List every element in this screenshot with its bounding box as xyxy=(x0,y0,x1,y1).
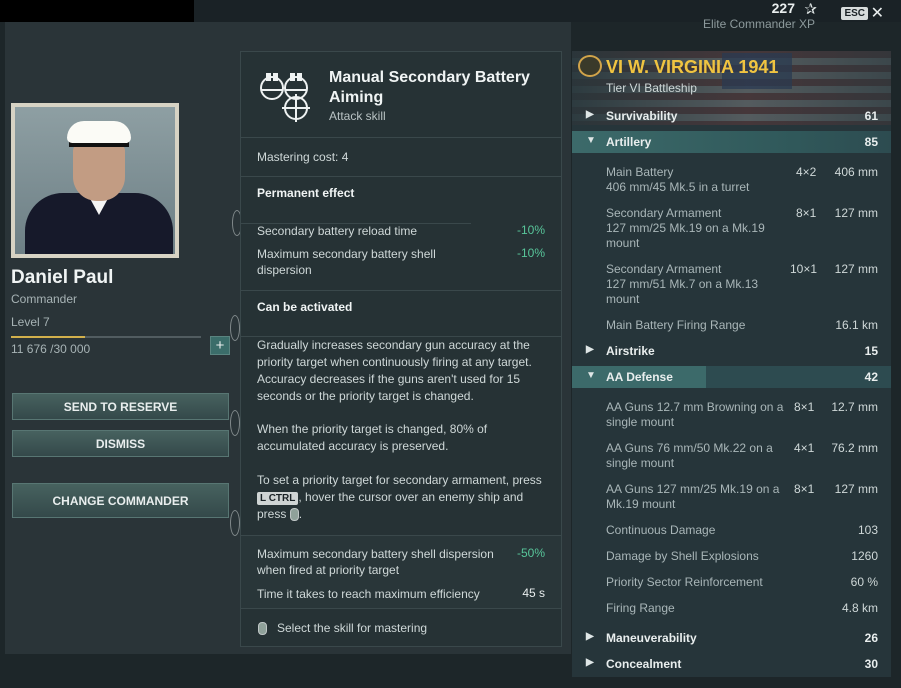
skill-tooltip: Manual Secondary Battery Aiming Attack s… xyxy=(240,51,562,647)
aa-extra-value: 1260 xyxy=(851,549,878,563)
skill-tree-node-icon xyxy=(230,410,240,436)
skill-tree-node-icon xyxy=(230,510,240,536)
skill-tooltip-header: Manual Secondary Battery Aiming Attack s… xyxy=(241,52,561,138)
aa-stat-value: 76.2 mm xyxy=(831,441,878,455)
permanent-effect-header: Permanent effect xyxy=(241,176,561,216)
can-be-activated-header: Can be activated xyxy=(241,290,561,330)
send-to-reserve-button[interactable]: SEND TO RESERVE xyxy=(12,393,229,420)
aa-extra-name: Continuous Damage xyxy=(606,523,716,537)
activated-stat-value: -50% xyxy=(516,546,545,560)
aa-stat-value: 127 mm xyxy=(834,482,878,496)
close-icon[interactable]: ✕ xyxy=(871,3,884,23)
aa-extra-name: Priority Sector Reinforcement xyxy=(606,575,763,589)
aa-stat-name: AA Guns 12.7 mm Browning on a single mou… xyxy=(606,400,784,429)
commander-portrait xyxy=(11,103,179,258)
skill-description-priority: When the priority target is changed, 80%… xyxy=(257,422,488,453)
aa-extra-value: 4.8 km xyxy=(841,601,878,615)
ship-nation-badge-icon xyxy=(578,55,602,77)
ship-stats-panel: VI W. VIRGINIA 1941 Tier VI Battleship ▶… xyxy=(572,51,891,677)
permanent-stat-label: Secondary battery reload time xyxy=(257,224,418,238)
commander-xp-bar xyxy=(11,336,201,338)
secondary-battery-aiming-icon xyxy=(260,73,310,122)
ship-name: VI W. VIRGINIA 1941 xyxy=(606,57,779,77)
artillery-stat-name: Secondary Armament 127 mm/25 Mk.19 on a M… xyxy=(606,206,765,250)
chevron-down-icon: ▼ xyxy=(586,135,596,146)
category-survivability[interactable]: ▶ Survivability 61 xyxy=(572,105,891,127)
chevron-right-icon: ▶ xyxy=(586,657,594,668)
aa-stat-name: AA Guns 127 mm/25 Mk.19 on a Mk.19 mount xyxy=(606,482,780,511)
category-concealment[interactable]: ▶ Concealment 30 xyxy=(572,653,891,675)
permanent-stat-label: Maximum secondary battery shell dispersi… xyxy=(257,247,436,277)
category-artillery[interactable]: ▼ Artillery 85 xyxy=(572,131,891,153)
skill-tooltip-footer: Select the skill for mastering xyxy=(241,608,561,648)
artillery-stat-count: 8×1 xyxy=(796,206,817,220)
elite-xp-value: 227 xyxy=(771,0,795,16)
commander-xp-progress: 11 676 /30 000 xyxy=(11,342,91,356)
select-skill-hint: Select the skill for mastering xyxy=(277,621,428,635)
aa-stat-name: AA Guns 76 mm/50 Mk.22 on a single mount xyxy=(606,441,773,470)
permanent-stat-value: -10% xyxy=(516,223,545,237)
chevron-down-icon: ▼ xyxy=(586,370,596,381)
skill-description-controls: To set a priority target for secondary a… xyxy=(257,473,542,522)
aa-extra-value: 103 xyxy=(857,523,878,537)
elite-xp-label: Elite Commander XP xyxy=(702,17,815,31)
dismiss-button[interactable]: DISMISS xyxy=(12,430,229,457)
aa-extra-name: Firing Range xyxy=(606,601,675,615)
skill-title: Manual Secondary Battery Aiming xyxy=(329,69,530,106)
aa-stat-count: 4×1 xyxy=(794,441,815,455)
aa-extra-value: 60 % xyxy=(850,575,878,589)
skill-subtitle: Attack skill xyxy=(329,109,386,123)
add-xp-button[interactable]: + xyxy=(210,336,230,355)
aa-stat-count: 8×1 xyxy=(794,482,815,496)
chevron-right-icon: ▶ xyxy=(586,631,594,642)
aa-extra-name: Damage by Shell Explosions xyxy=(606,549,759,563)
chevron-right-icon: ▶ xyxy=(586,344,594,355)
activated-stat-label: Maximum secondary battery shell dispersi… xyxy=(257,547,494,577)
mouse-icon xyxy=(258,622,267,635)
aa-stat-value: 12.7 mm xyxy=(831,400,878,414)
artillery-stat-name: Main Battery Firing Range xyxy=(606,318,746,332)
artillery-stat-value: 16.1 km xyxy=(835,318,878,332)
category-airstrike[interactable]: ▶ Airstrike 15 xyxy=(572,340,891,362)
artillery-stat-count: 10×1 xyxy=(790,262,818,276)
category-maneuverability[interactable]: ▶ Maneuverability 26 xyxy=(572,627,891,649)
ship-tier-type: Tier VI Battleship xyxy=(606,81,697,95)
artillery-stat-value: 127 mm xyxy=(834,206,878,220)
artillery-stat-name: Main Battery 406 mm/45 Mk.5 in a turret xyxy=(606,165,750,194)
commander-role: Commander xyxy=(11,292,78,306)
skill-description: Gradually increases secondary gun accura… xyxy=(257,338,532,403)
aa-stat-count: 8×1 xyxy=(794,400,815,414)
skill-tree-node-icon xyxy=(230,315,240,341)
activated-stat-label: Time it takes to reach maximum efficienc… xyxy=(257,587,480,601)
commander-level: Level 7 xyxy=(11,315,50,329)
artillery-stat-value: 127 mm xyxy=(834,262,878,276)
permanent-stat-value: -10% xyxy=(516,246,545,260)
elite-xp-star-icon: ✰ xyxy=(804,1,817,18)
artillery-stat-value: 406 mm xyxy=(834,165,878,179)
artillery-stat-name: Secondary Armament 127 mm/51 Mk.7 on a Mk… xyxy=(606,262,759,306)
top-left-blackout xyxy=(0,0,194,22)
esc-key-badge[interactable]: ESC xyxy=(841,7,868,20)
lctrl-key-badge: L CTRL xyxy=(257,492,299,505)
commander-name: Daniel Paul xyxy=(11,267,114,288)
category-aa-defense[interactable]: ▼ AA Defense 42 xyxy=(572,366,891,388)
change-commander-button[interactable]: CHANGE COMMANDER xyxy=(12,483,229,518)
chevron-right-icon: ▶ xyxy=(586,109,594,120)
artillery-stat-count: 4×2 xyxy=(796,165,817,179)
mouse-icon xyxy=(289,508,299,522)
mastering-cost: Mastering cost: 4 xyxy=(257,150,349,164)
activated-stat-value: 45 s xyxy=(522,586,545,600)
